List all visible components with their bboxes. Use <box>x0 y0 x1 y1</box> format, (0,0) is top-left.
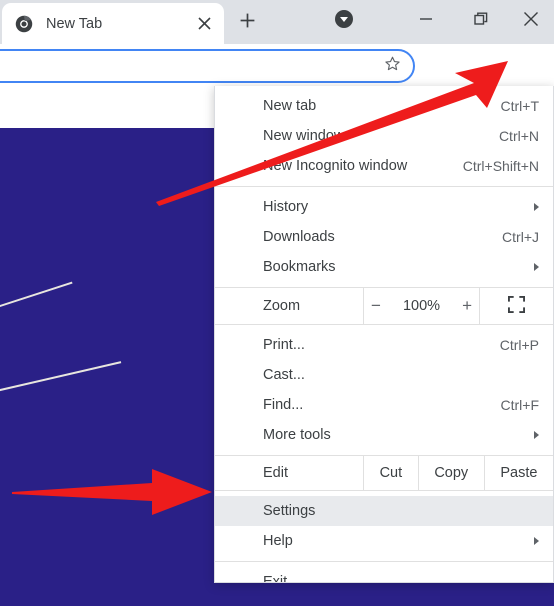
address-bar[interactable] <box>0 49 415 83</box>
menu-item-label: History <box>263 199 309 215</box>
menu-item-shortcut: Ctrl+J <box>502 229 539 245</box>
menu-item-new-incognito-window[interactable]: New Incognito window Ctrl+Shift+N <box>215 151 553 181</box>
menu-item-shortcut: Ctrl+P <box>499 337 539 353</box>
menu-item-label: Print... <box>263 337 305 353</box>
browser-tab-new-tab[interactable]: New Tab <box>2 3 224 44</box>
menu-item-more-tools[interactable]: More tools <box>215 420 553 450</box>
tab-search-chevron-down-icon <box>334 9 354 34</box>
minimize-button[interactable] <box>408 4 444 38</box>
zoom-level-value: 100% <box>402 298 441 314</box>
menu-item-label: New window <box>263 128 345 144</box>
plus-icon <box>240 13 255 33</box>
paste-button[interactable]: Paste <box>483 456 553 490</box>
menu-item-downloads[interactable]: Downloads Ctrl+J <box>215 222 553 252</box>
menu-item-label: Help <box>263 533 293 549</box>
menu-item-new-window[interactable]: New window Ctrl+N <box>215 121 553 151</box>
menu-edit-row: Edit Cut Copy Paste <box>215 455 553 491</box>
menu-item-help[interactable]: Help <box>215 526 553 556</box>
menu-item-exit[interactable]: Exit <box>215 567 553 583</box>
tab-title: New Tab <box>46 15 103 32</box>
menu-item-label: Find... <box>263 397 304 413</box>
menu-item-find[interactable]: Find... Ctrl+F <box>215 390 553 420</box>
zoom-in-button[interactable]: + <box>457 296 477 316</box>
menu-item-label: Settings <box>263 503 316 519</box>
menu-zoom-row: Zoom − 100% + <box>215 287 553 325</box>
menu-item-history[interactable]: History <box>215 192 553 222</box>
menu-item-bookmarks[interactable]: Bookmarks <box>215 252 553 282</box>
menu-item-cast[interactable]: Cast... <box>215 360 553 390</box>
menu-item-print[interactable]: Print... Ctrl+P <box>215 330 553 360</box>
browser-toolbar <box>0 44 554 127</box>
menu-item-new-tab[interactable]: New tab Ctrl+T <box>215 91 553 121</box>
close-icon[interactable] <box>192 12 216 36</box>
chevron-right-icon <box>534 263 539 271</box>
chevron-right-icon <box>534 537 539 545</box>
bookmark-star-button[interactable] <box>378 52 406 80</box>
tab-strip: New Tab <box>0 0 554 44</box>
menu-item-shortcut: Ctrl+T <box>500 98 540 114</box>
chevron-right-icon <box>534 203 539 211</box>
menu-item-label: Downloads <box>263 229 335 245</box>
zoom-controls: − 100% + <box>363 288 479 324</box>
chrome-logo-icon <box>15 15 33 33</box>
star-icon <box>384 55 401 77</box>
wallpaper-line <box>0 281 73 320</box>
menu-separator <box>215 561 553 562</box>
window-close-button[interactable] <box>513 4 549 38</box>
menu-item-shortcut: Ctrl+Shift+N <box>462 158 539 174</box>
edit-label: Edit <box>263 465 288 481</box>
chrome-main-menu: New tab Ctrl+T New window Ctrl+N New Inc… <box>214 86 554 583</box>
fullscreen-icon <box>508 295 525 317</box>
restore-icon <box>474 12 488 31</box>
menu-item-label: Exit <box>263 574 288 583</box>
minimize-icon <box>419 12 433 31</box>
menu-item-shortcut: Ctrl+F <box>500 397 540 413</box>
wallpaper-line <box>0 361 122 398</box>
cut-button[interactable]: Cut <box>363 456 418 490</box>
tab-search-button[interactable] <box>326 4 362 38</box>
menu-item-label: Cast... <box>263 367 305 383</box>
copy-button[interactable]: Copy <box>417 456 484 490</box>
browser-screenshot: New Tab New tab Ctrl+T New window Ctrl+N… <box>0 0 554 606</box>
menu-item-label: New Incognito window <box>263 158 408 174</box>
menu-item-settings[interactable]: Settings <box>215 496 553 526</box>
chevron-right-icon <box>534 431 539 439</box>
close-icon <box>523 11 539 32</box>
new-tab-button[interactable] <box>232 8 262 38</box>
menu-item-shortcut: Ctrl+N <box>498 128 539 144</box>
maximize-button[interactable] <box>463 4 499 38</box>
menu-separator <box>215 186 553 187</box>
menu-item-label: More tools <box>263 427 331 443</box>
zoom-out-button[interactable]: − <box>366 296 386 316</box>
menu-item-label: Bookmarks <box>263 259 336 275</box>
fullscreen-button[interactable] <box>479 288 553 324</box>
menu-item-label: New tab <box>263 98 317 114</box>
zoom-label: Zoom <box>263 298 301 314</box>
